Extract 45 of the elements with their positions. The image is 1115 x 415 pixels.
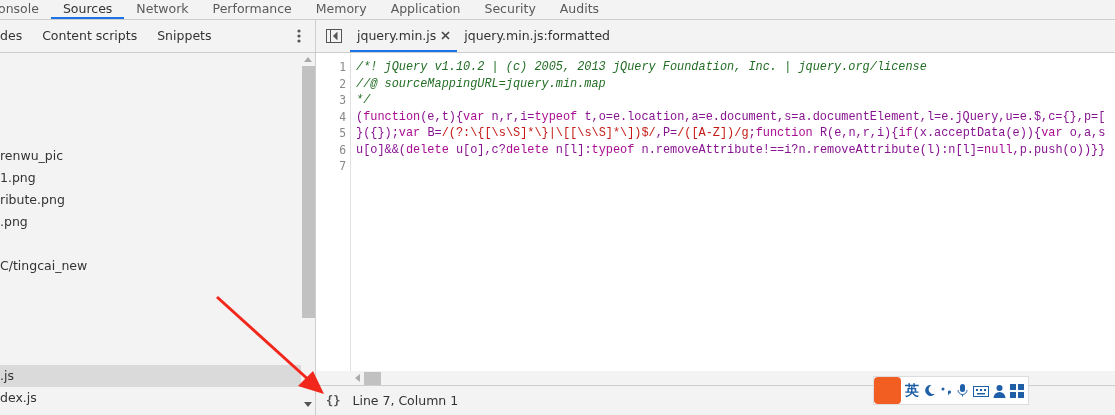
close-icon[interactable] bbox=[441, 30, 451, 40]
sidebar-tab[interactable]: Snippets bbox=[147, 27, 222, 45]
panel-tab[interactable]: Sources bbox=[50, 0, 125, 19]
file-tree-item[interactable]: .js bbox=[0, 365, 301, 387]
panel-tab[interactable]: Performance bbox=[200, 0, 304, 19]
code-line: }({});var B=/(?:\{[\s\S]*\}|\[[\s\S]*\])$/,P=/([A-Z])/g;function R(e,n,r,i){if(x.acceptData(e)){var o,a,s bbox=[356, 125, 1107, 142]
line-number: 4 bbox=[338, 108, 347, 125]
file-tree-item[interactable]: ribute.png bbox=[0, 189, 301, 211]
file-tree-item[interactable]: 1.png bbox=[0, 167, 301, 189]
code-line: (function(e,t){var n,r,i=typeof t,o=e.location,a=e.document,s=a.documentElement,l=e.jQuery,u=e.$,c={},p=[ bbox=[356, 108, 1107, 125]
line-number: 7 bbox=[338, 158, 347, 175]
file-tree-item[interactable]: dex.js bbox=[0, 387, 301, 409]
panel-tab[interactable]: Network bbox=[124, 0, 201, 19]
sidebar-tab[interactable]: Content scripts bbox=[32, 27, 148, 45]
code-line: u[o]&&(delete u[o],c?delete n[l]:typeof n.removeAttribute!==i?n.removeAttribute(l):n[l]=null,p.push(o))}} bbox=[356, 141, 1107, 158]
scroll-down-icon[interactable] bbox=[304, 402, 312, 407]
moon-icon[interactable] bbox=[923, 384, 936, 397]
scrollbar-thumb[interactable] bbox=[301, 66, 315, 318]
line-number: 5 bbox=[338, 125, 347, 142]
editor-tab[interactable]: jquery.min.js:formatted bbox=[457, 20, 617, 52]
grid-icon[interactable] bbox=[1010, 383, 1024, 398]
file-tree-item[interactable]: C/tingcai_new bbox=[0, 255, 301, 277]
pretty-print-button[interactable]: {} bbox=[326, 393, 341, 408]
code-line: /*! jQuery v1.10.2 | (c) 2005, 2013 jQuery Foundation, Inc. | jquery.org/license bbox=[356, 59, 928, 76]
microphone-icon[interactable] bbox=[956, 384, 969, 397]
sidebar-toggle-icon[interactable] bbox=[326, 29, 342, 43]
line-number: 6 bbox=[338, 141, 347, 158]
line-number: 1 bbox=[338, 59, 347, 76]
sidebar-tab[interactable]: des bbox=[0, 27, 33, 45]
line-number: 2 bbox=[338, 75, 347, 92]
ime-language-button[interactable]: 英 bbox=[905, 381, 919, 400]
code-line: */ bbox=[356, 92, 372, 109]
code-line: //@ sourceMappingURL=jquery.min.map bbox=[356, 75, 607, 92]
more-icon[interactable] bbox=[297, 29, 301, 43]
panel-tab[interactable]: Audits bbox=[547, 0, 612, 19]
panel-tab[interactable]: Memory bbox=[303, 0, 379, 19]
scrollbar-thumb[interactable] bbox=[364, 371, 381, 385]
panel-tab[interactable]: Security bbox=[472, 0, 548, 19]
cursor-position: Line 7, Column 1 bbox=[352, 393, 459, 408]
file-tree-item[interactable]: renwu_pic bbox=[0, 145, 301, 167]
file-tree-item[interactable]: .png bbox=[0, 211, 301, 233]
line-number: 3 bbox=[338, 92, 347, 109]
user-icon[interactable] bbox=[993, 383, 1006, 398]
keyboard-icon[interactable] bbox=[973, 383, 989, 398]
panel-tab[interactable]: Application bbox=[378, 0, 473, 19]
